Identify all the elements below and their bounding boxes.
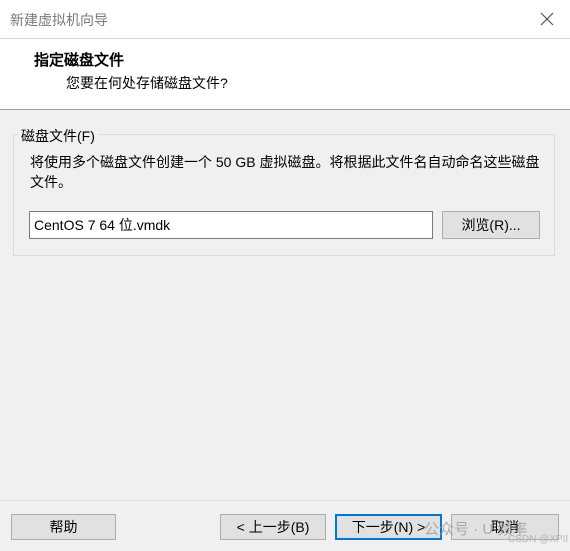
close-icon (540, 12, 554, 26)
disk-file-group-label: 磁盘文件(F) (18, 126, 98, 146)
back-button[interactable]: < 上一步(B) (220, 514, 326, 540)
disk-file-description: 将使用多个磁盘文件创建一个 50 GB 虚拟磁盘。将根据此文件名自动命名这些磁盘… (30, 154, 540, 190)
disk-file-path-input[interactable] (29, 211, 433, 239)
page-title: 指定磁盘文件 (34, 52, 125, 69)
next-button[interactable]: 下一步(N) > (335, 514, 442, 540)
footer-divider (0, 500, 570, 501)
wizard-header: 指定磁盘文件 您要在何处存储磁盘文件? (0, 39, 570, 110)
title-bar: 新建虚拟机向导 (0, 0, 570, 39)
cancel-button[interactable]: 取消 (451, 514, 559, 540)
browse-button[interactable]: 浏览(R)... (442, 211, 540, 239)
window-title: 新建虚拟机向导 (10, 12, 108, 28)
close-button[interactable] (524, 0, 570, 38)
help-button[interactable]: 帮助 (11, 514, 116, 540)
page-subtitle: 您要在何处存储磁盘文件? (66, 75, 228, 91)
